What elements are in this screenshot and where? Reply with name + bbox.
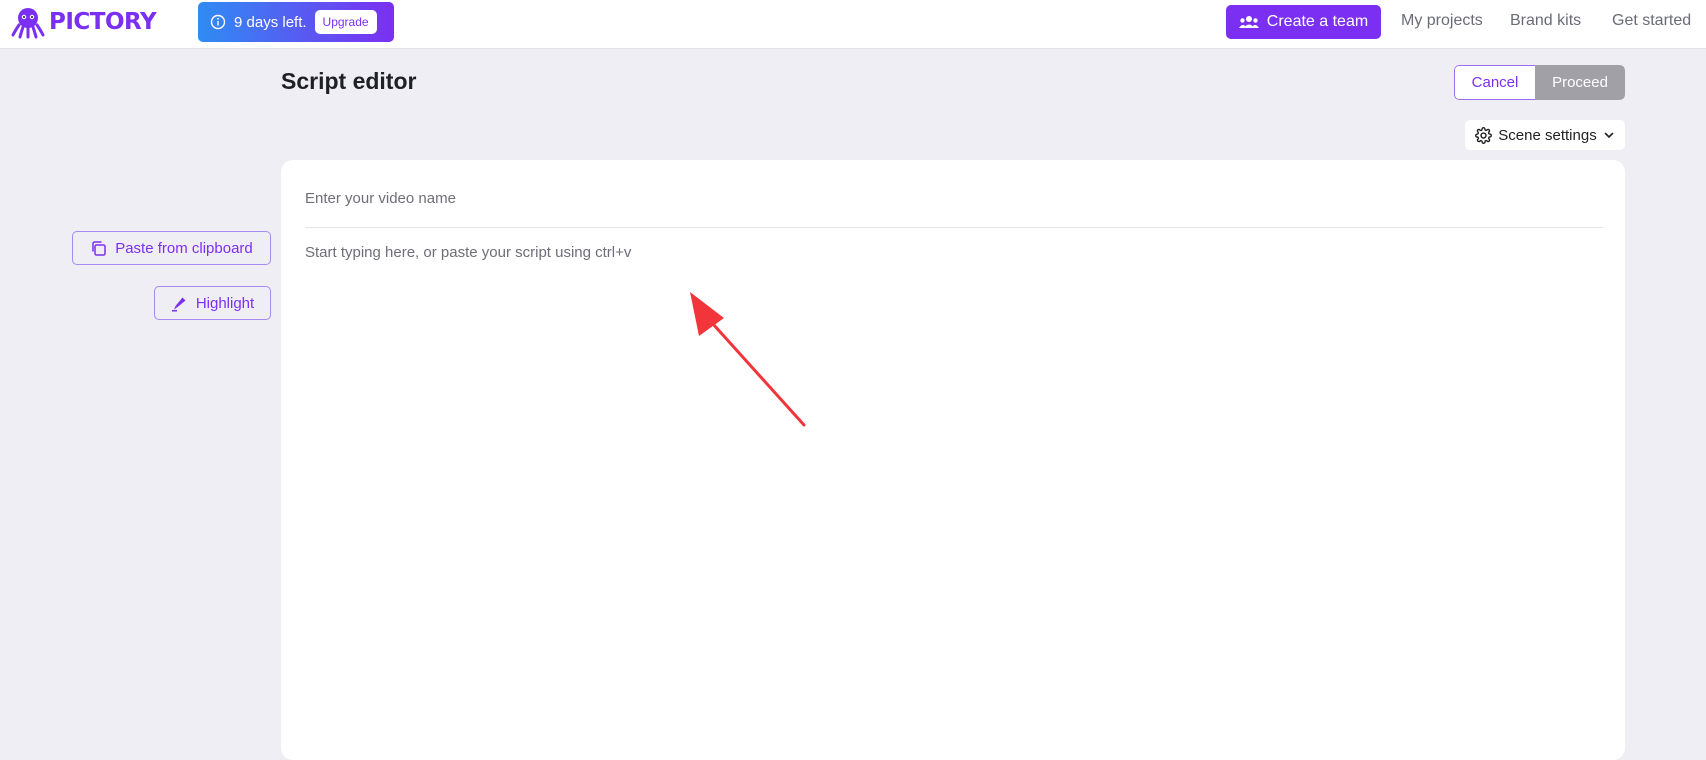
gear-icon	[1475, 126, 1493, 144]
team-icon	[1238, 16, 1259, 28]
chevron-down-icon	[1604, 132, 1614, 139]
video-name-input[interactable]	[305, 180, 1603, 216]
divider	[305, 227, 1603, 228]
create-team-button[interactable]: Create a team	[1226, 5, 1381, 39]
info-icon	[210, 14, 226, 30]
highlight-button[interactable]: Highlight	[154, 286, 271, 320]
upgrade-button[interactable]: Upgrade	[314, 10, 377, 34]
scene-settings-dropdown[interactable]: Scene settings	[1465, 120, 1625, 150]
scene-settings-label: Scene settings	[1498, 126, 1597, 144]
paste-from-clipboard-button[interactable]: Paste from clipboard	[72, 231, 271, 265]
copy-icon	[92, 240, 106, 256]
create-team-label: Create a team	[1266, 13, 1369, 30]
script-textarea[interactable]	[305, 244, 1603, 744]
cancel-button[interactable]: Cancel	[1454, 65, 1535, 100]
highlighter-icon	[171, 297, 186, 311]
trial-days-left: 9 days left.	[234, 13, 307, 31]
top-nav: PICTORY 9 days left. Upgrade Create a te…	[0, 0, 1706, 49]
nav-get-started[interactable]: Get started	[1612, 12, 1691, 30]
octopus-logo-icon	[11, 8, 45, 39]
highlight-label: Highlight	[195, 294, 255, 312]
action-button-group: Cancel Proceed	[1454, 65, 1625, 100]
page-title: Script editor	[281, 68, 417, 94]
trial-banner: 9 days left. Upgrade	[198, 2, 394, 42]
brand-logo[interactable]: PICTORY	[11, 5, 157, 39]
brand-name: PICTORY	[49, 9, 157, 35]
nav-brand-kits[interactable]: Brand kits	[1510, 12, 1581, 30]
nav-my-projects[interactable]: My projects	[1401, 12, 1483, 30]
script-editor-card	[281, 160, 1625, 760]
paste-from-clipboard-label: Paste from clipboard	[115, 239, 253, 257]
proceed-button[interactable]: Proceed	[1535, 65, 1625, 100]
